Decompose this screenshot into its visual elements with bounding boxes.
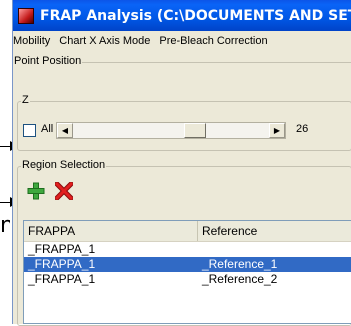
all-checkbox[interactable]	[23, 124, 36, 137]
app-icon	[18, 7, 34, 24]
window-title: FRAP Analysis (C:\DOCUMENTS AND SET	[40, 7, 351, 24]
z-position-slider[interactable]: ◀ ▶	[56, 122, 286, 139]
menu-chart-x-axis-mode[interactable]: Chart X Axis Mode	[56, 35, 156, 47]
column-header-reference[interactable]: Reference	[198, 221, 351, 241]
menu-mobility[interactable]: Mobility	[13, 35, 56, 47]
table-row[interactable]: _FRAPPA_1	[24, 242, 351, 257]
table-row[interactable]: _FRAPPA_1 _Reference_2	[24, 272, 351, 287]
frap-analysis-window: FRAP Analysis (C:\DOCUMENTS AND SET Mobi…	[12, 0, 351, 326]
cell-frappa: _FRAPPA_1	[28, 272, 96, 286]
table-row-selected[interactable]: _FRAPPA_1 _Reference_1	[24, 257, 351, 272]
region-selection-label: Region Selection	[21, 159, 107, 171]
title-bar[interactable]: FRAP Analysis (C:\DOCUMENTS AND SET	[13, 0, 351, 31]
all-checkbox-label: All	[41, 123, 54, 135]
region-table: FRAPPA Reference _FRAPPA_1 _FRAPPA_1 _Re…	[23, 220, 351, 324]
slider-right-button[interactable]: ▶	[269, 123, 285, 138]
cell-reference: _Reference_2	[201, 272, 278, 286]
delete-region-button[interactable]	[53, 180, 75, 202]
point-position-label: Point Position	[13, 55, 83, 67]
slider-thumb[interactable]	[184, 123, 206, 138]
z-value-readout: 26	[296, 123, 309, 135]
cell-reference	[198, 242, 351, 257]
slider-left-button[interactable]: ◀	[57, 123, 73, 138]
menu-pre-bleach-correction[interactable]: Pre-Bleach Correction	[156, 35, 273, 47]
delete-x-icon	[55, 182, 73, 200]
cropped-side-text: n	[0, 213, 10, 238]
arrow-left-icon: ◀	[61, 126, 69, 135]
column-header-frappa[interactable]: FRAPPA	[24, 221, 198, 241]
cell-frappa: _FRAPPA_1	[28, 242, 96, 256]
arrow-right-icon: ▶	[273, 126, 281, 135]
cell-reference: _Reference_1	[201, 257, 278, 271]
add-plus-icon	[27, 182, 45, 200]
z-group-label: Z	[21, 94, 30, 106]
menu-bar: Mobility Chart X Axis Mode Pre-Bleach Co…	[13, 31, 351, 50]
cell-frappa: _FRAPPA_1	[28, 257, 96, 271]
add-region-button[interactable]	[25, 180, 47, 202]
table-header: FRAPPA Reference	[24, 221, 351, 242]
